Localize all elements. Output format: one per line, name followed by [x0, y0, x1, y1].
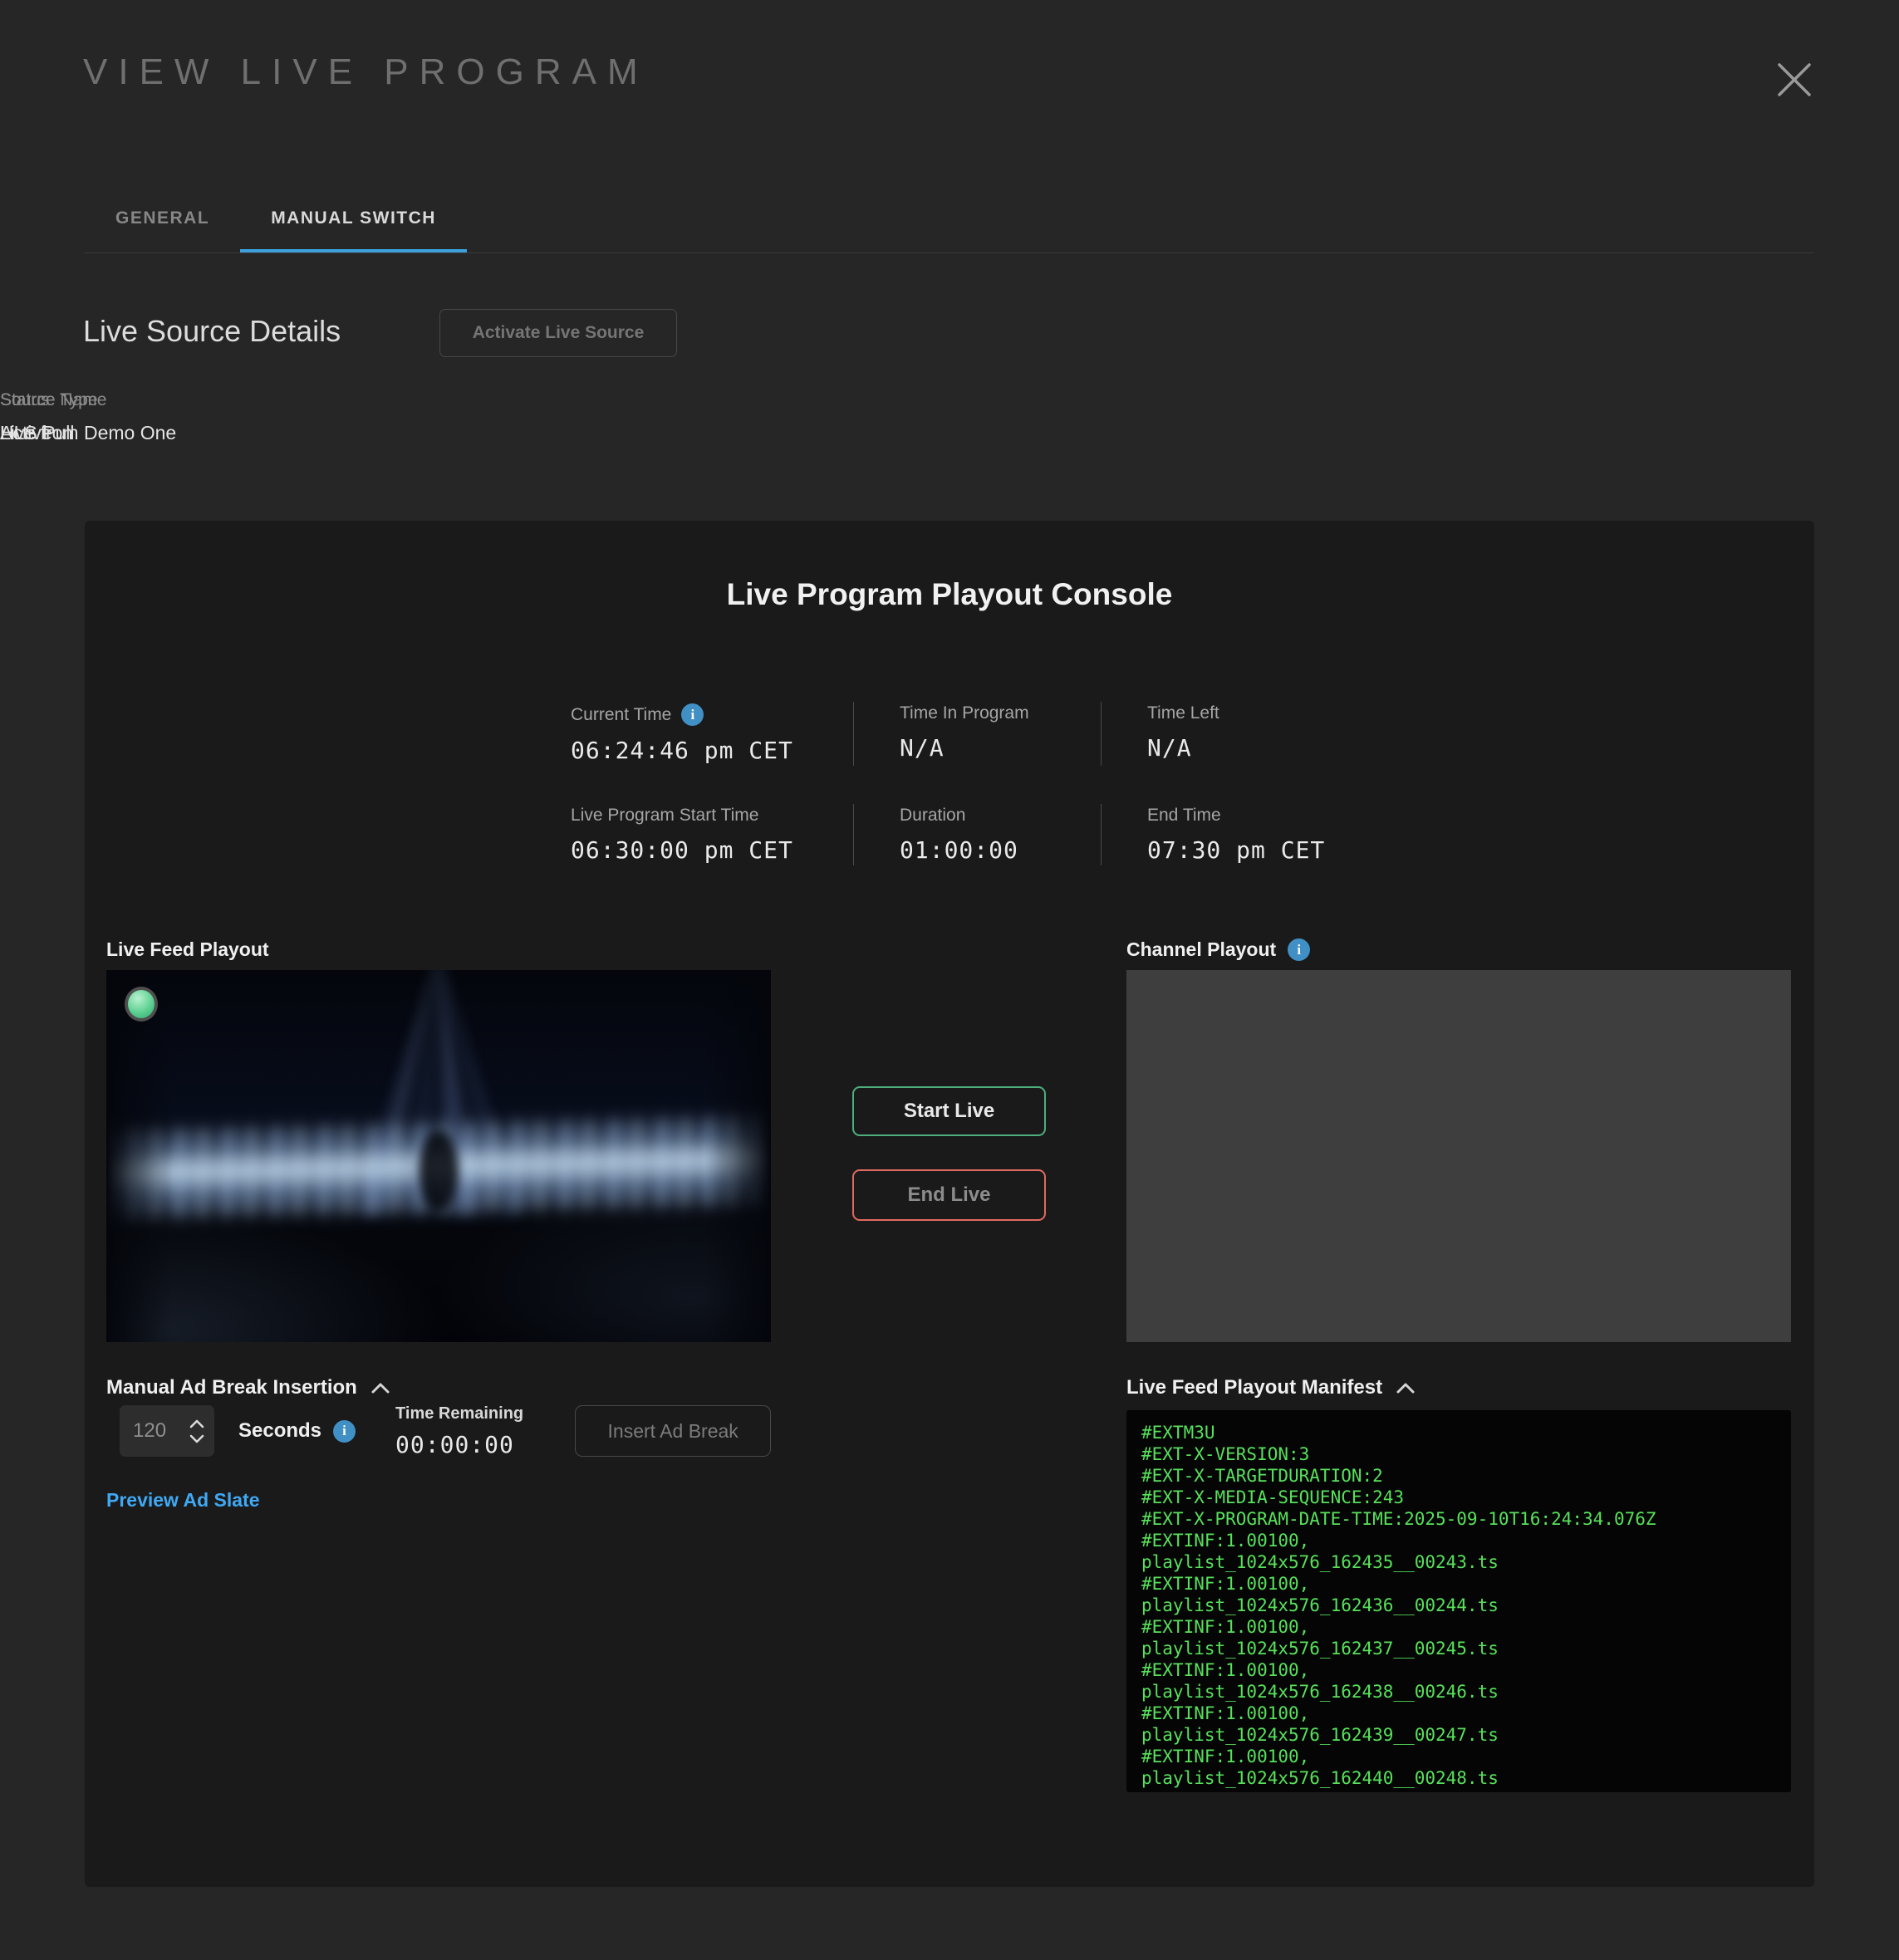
info-icon[interactable]: i [333, 1420, 356, 1443]
manual-ad-break-title: Manual Ad Break Insertion [106, 1376, 357, 1399]
stepper-up-icon[interactable] [189, 1419, 204, 1428]
start-time-label: Live Program Start Time [571, 806, 758, 826]
live-feed-video [106, 970, 771, 1342]
activate-live-source-button[interactable]: Activate Live Source [439, 309, 677, 357]
time-left-label: Time Left [1147, 703, 1219, 723]
manual-ad-break-header: Manual Ad Break Insertion [106, 1376, 390, 1399]
stat-end-time: End Time 07:30 pm CET [1101, 804, 1401, 865]
tab-general[interactable]: GENERAL [85, 183, 240, 253]
live-feed-playout-label-text: Live Feed Playout [106, 938, 269, 961]
close-button[interactable] [1773, 58, 1816, 101]
console-title: Live Program Playout Console [85, 577, 1814, 612]
time-stats-grid: Current Time i 06:24:46 pm CET Time In P… [571, 702, 1401, 865]
manifest-title: Live Feed Playout Manifest [1126, 1376, 1382, 1399]
preview-ad-slate-link[interactable]: Preview Ad Slate [106, 1489, 260, 1512]
playout-console-panel: Live Program Playout Console Current Tim… [85, 521, 1814, 1887]
time-remaining-label: Time Remaining [395, 1404, 523, 1423]
time-remaining-value: 00:00:00 [395, 1431, 523, 1458]
current-time-value: 06:24:46 pm CET [571, 737, 853, 764]
channel-playout-label: Channel Playout i [1126, 938, 1310, 961]
insert-ad-break-button[interactable]: Insert Ad Break [575, 1405, 771, 1457]
info-icon[interactable]: i [1288, 938, 1310, 961]
stat-start-time: Live Program Start Time 06:30:00 pm CET [571, 804, 853, 865]
stat-time-left: Time Left N/A [1101, 702, 1401, 766]
current-time-label: Current Time [571, 705, 671, 725]
manifest-viewer[interactable]: #EXTM3U #EXT-X-VERSION:3 #EXT-X-TARGETDU… [1126, 1410, 1791, 1792]
time-remaining-block: Time Remaining 00:00:00 [395, 1404, 523, 1458]
live-feed-playout-label: Live Feed Playout [106, 938, 269, 961]
collapse-chevron-icon[interactable] [370, 1382, 390, 1394]
manifest-content: #EXTM3U #EXT-X-VERSION:3 #EXT-X-TARGETDU… [1126, 1410, 1791, 1792]
end-time-label: End Time [1147, 806, 1221, 826]
status-label: Status [0, 390, 52, 410]
time-in-program-value: N/A [900, 734, 1101, 762]
stat-time-in-program: Time In Program N/A [853, 702, 1101, 766]
end-live-button[interactable]: End Live [852, 1169, 1046, 1221]
ad-break-controls: 120 Seconds i Time Remaining 00:00:00 In… [120, 1405, 771, 1457]
stat-duration: Duration 01:00:00 [853, 804, 1101, 865]
live-status-indicator [125, 987, 158, 1022]
tabs-divider [85, 252, 1814, 253]
tab-manual-switch[interactable]: MANUAL SWITCH [240, 183, 467, 253]
end-time-value: 07:30 pm CET [1147, 836, 1401, 864]
seconds-stepper[interactable]: 120 [120, 1405, 214, 1457]
duration-value: 01:00:00 [900, 836, 1101, 864]
tab-bar: GENERAL MANUAL SWITCH [85, 183, 467, 253]
seconds-label: Seconds [238, 1419, 321, 1443]
video-edge-fade [106, 970, 771, 1342]
stat-current-time: Current Time i 06:24:46 pm CET [571, 702, 853, 766]
close-icon [1775, 61, 1813, 99]
manifest-header: Live Feed Playout Manifest [1126, 1376, 1416, 1399]
time-in-program-label: Time In Program [900, 703, 1029, 723]
channel-playout-preview [1126, 970, 1791, 1342]
info-icon[interactable]: i [681, 703, 704, 726]
stepper-down-icon[interactable] [189, 1434, 204, 1443]
status-field: Status Active [0, 390, 52, 444]
seconds-stepper-value[interactable]: 120 [133, 1419, 166, 1443]
collapse-chevron-icon[interactable] [1396, 1382, 1416, 1394]
time-left-value: N/A [1147, 734, 1401, 762]
start-live-button[interactable]: Start Live [852, 1086, 1046, 1136]
channel-playout-label-text: Channel Playout [1126, 938, 1276, 961]
status-value: Active [0, 422, 52, 444]
start-time-value: 06:30:00 pm CET [571, 836, 853, 864]
page-title: VIEW LIVE PROGRAM [83, 51, 649, 93]
live-source-details-title: Live Source Details [83, 314, 341, 349]
duration-label: Duration [900, 806, 965, 826]
